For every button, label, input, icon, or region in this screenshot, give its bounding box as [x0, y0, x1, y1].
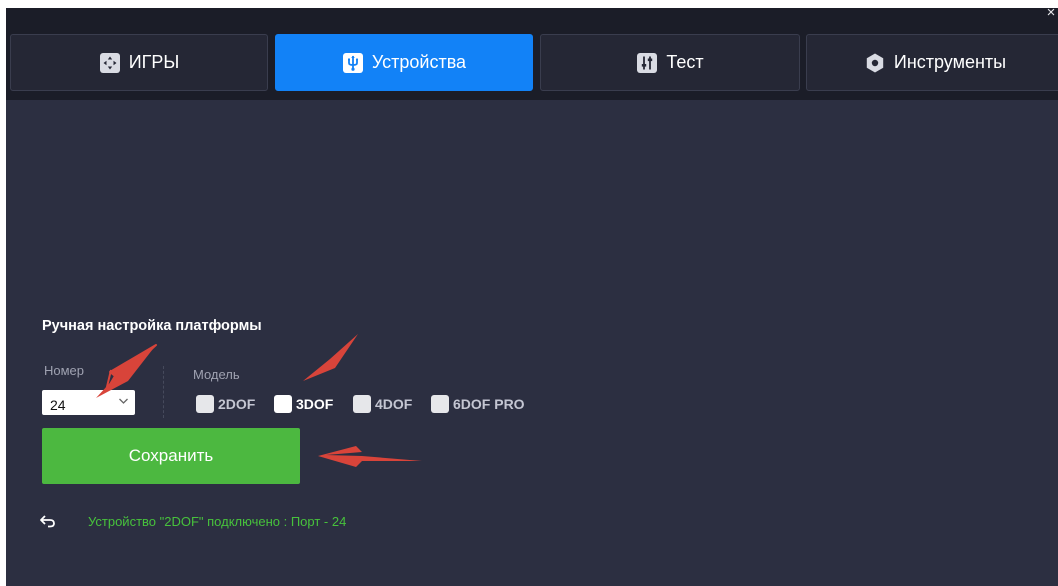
model-label: Модель [193, 367, 240, 382]
number-label: Номер [44, 363, 85, 378]
usb-icon [342, 52, 364, 74]
close-button[interactable]: × [1044, 8, 1058, 21]
status-text: Устройство "2DOF" подключено : Порт - 24 [88, 514, 347, 529]
checkbox[interactable] [431, 395, 449, 413]
model-option-4dof[interactable]: 4DOF [353, 394, 412, 414]
app-window: × ИГРЫ Устройства Тест Инструменты Ручна… [6, 8, 1058, 586]
model-option-label: 6DOF PRO [453, 396, 525, 412]
checkbox[interactable] [196, 395, 214, 413]
tab-label: Тест [666, 52, 704, 72]
sliders-icon [636, 52, 658, 74]
tab-label: Устройства [371, 52, 467, 72]
gear-icon [864, 52, 886, 74]
back-arrow-icon[interactable] [39, 514, 57, 528]
tab-label: ИГРЫ [128, 52, 180, 72]
model-option-2dof[interactable]: 2DOF [196, 394, 255, 414]
divider [163, 366, 164, 418]
number-select[interactable]: 24 [42, 390, 135, 415]
checkbox-checked[interactable] [274, 395, 292, 413]
tab-label: Инструменты [893, 52, 1007, 72]
checkbox[interactable] [353, 395, 371, 413]
tab-devices[interactable]: Устройства [275, 34, 533, 91]
tab-test[interactable]: Тест [540, 34, 800, 91]
model-option-6dof-pro[interactable]: 6DOF PRO [431, 394, 525, 414]
section-title: Ручная настройка платформы [42, 318, 262, 334]
gamepad-icon [99, 52, 121, 74]
save-button[interactable]: Сохранить [42, 428, 300, 484]
chevron-down-icon [118, 397, 129, 405]
model-option-label: 4DOF [375, 396, 413, 412]
model-option-3dof[interactable]: 3DOF [274, 394, 333, 414]
tab-games[interactable]: ИГРЫ [10, 34, 268, 91]
tab-tools[interactable]: Инструменты [806, 34, 1058, 91]
close-icon: × [1046, 8, 1056, 21]
model-option-label: 2DOF [218, 396, 256, 412]
number-value: 24 [50, 396, 66, 413]
model-option-label: 3DOF [296, 396, 334, 412]
